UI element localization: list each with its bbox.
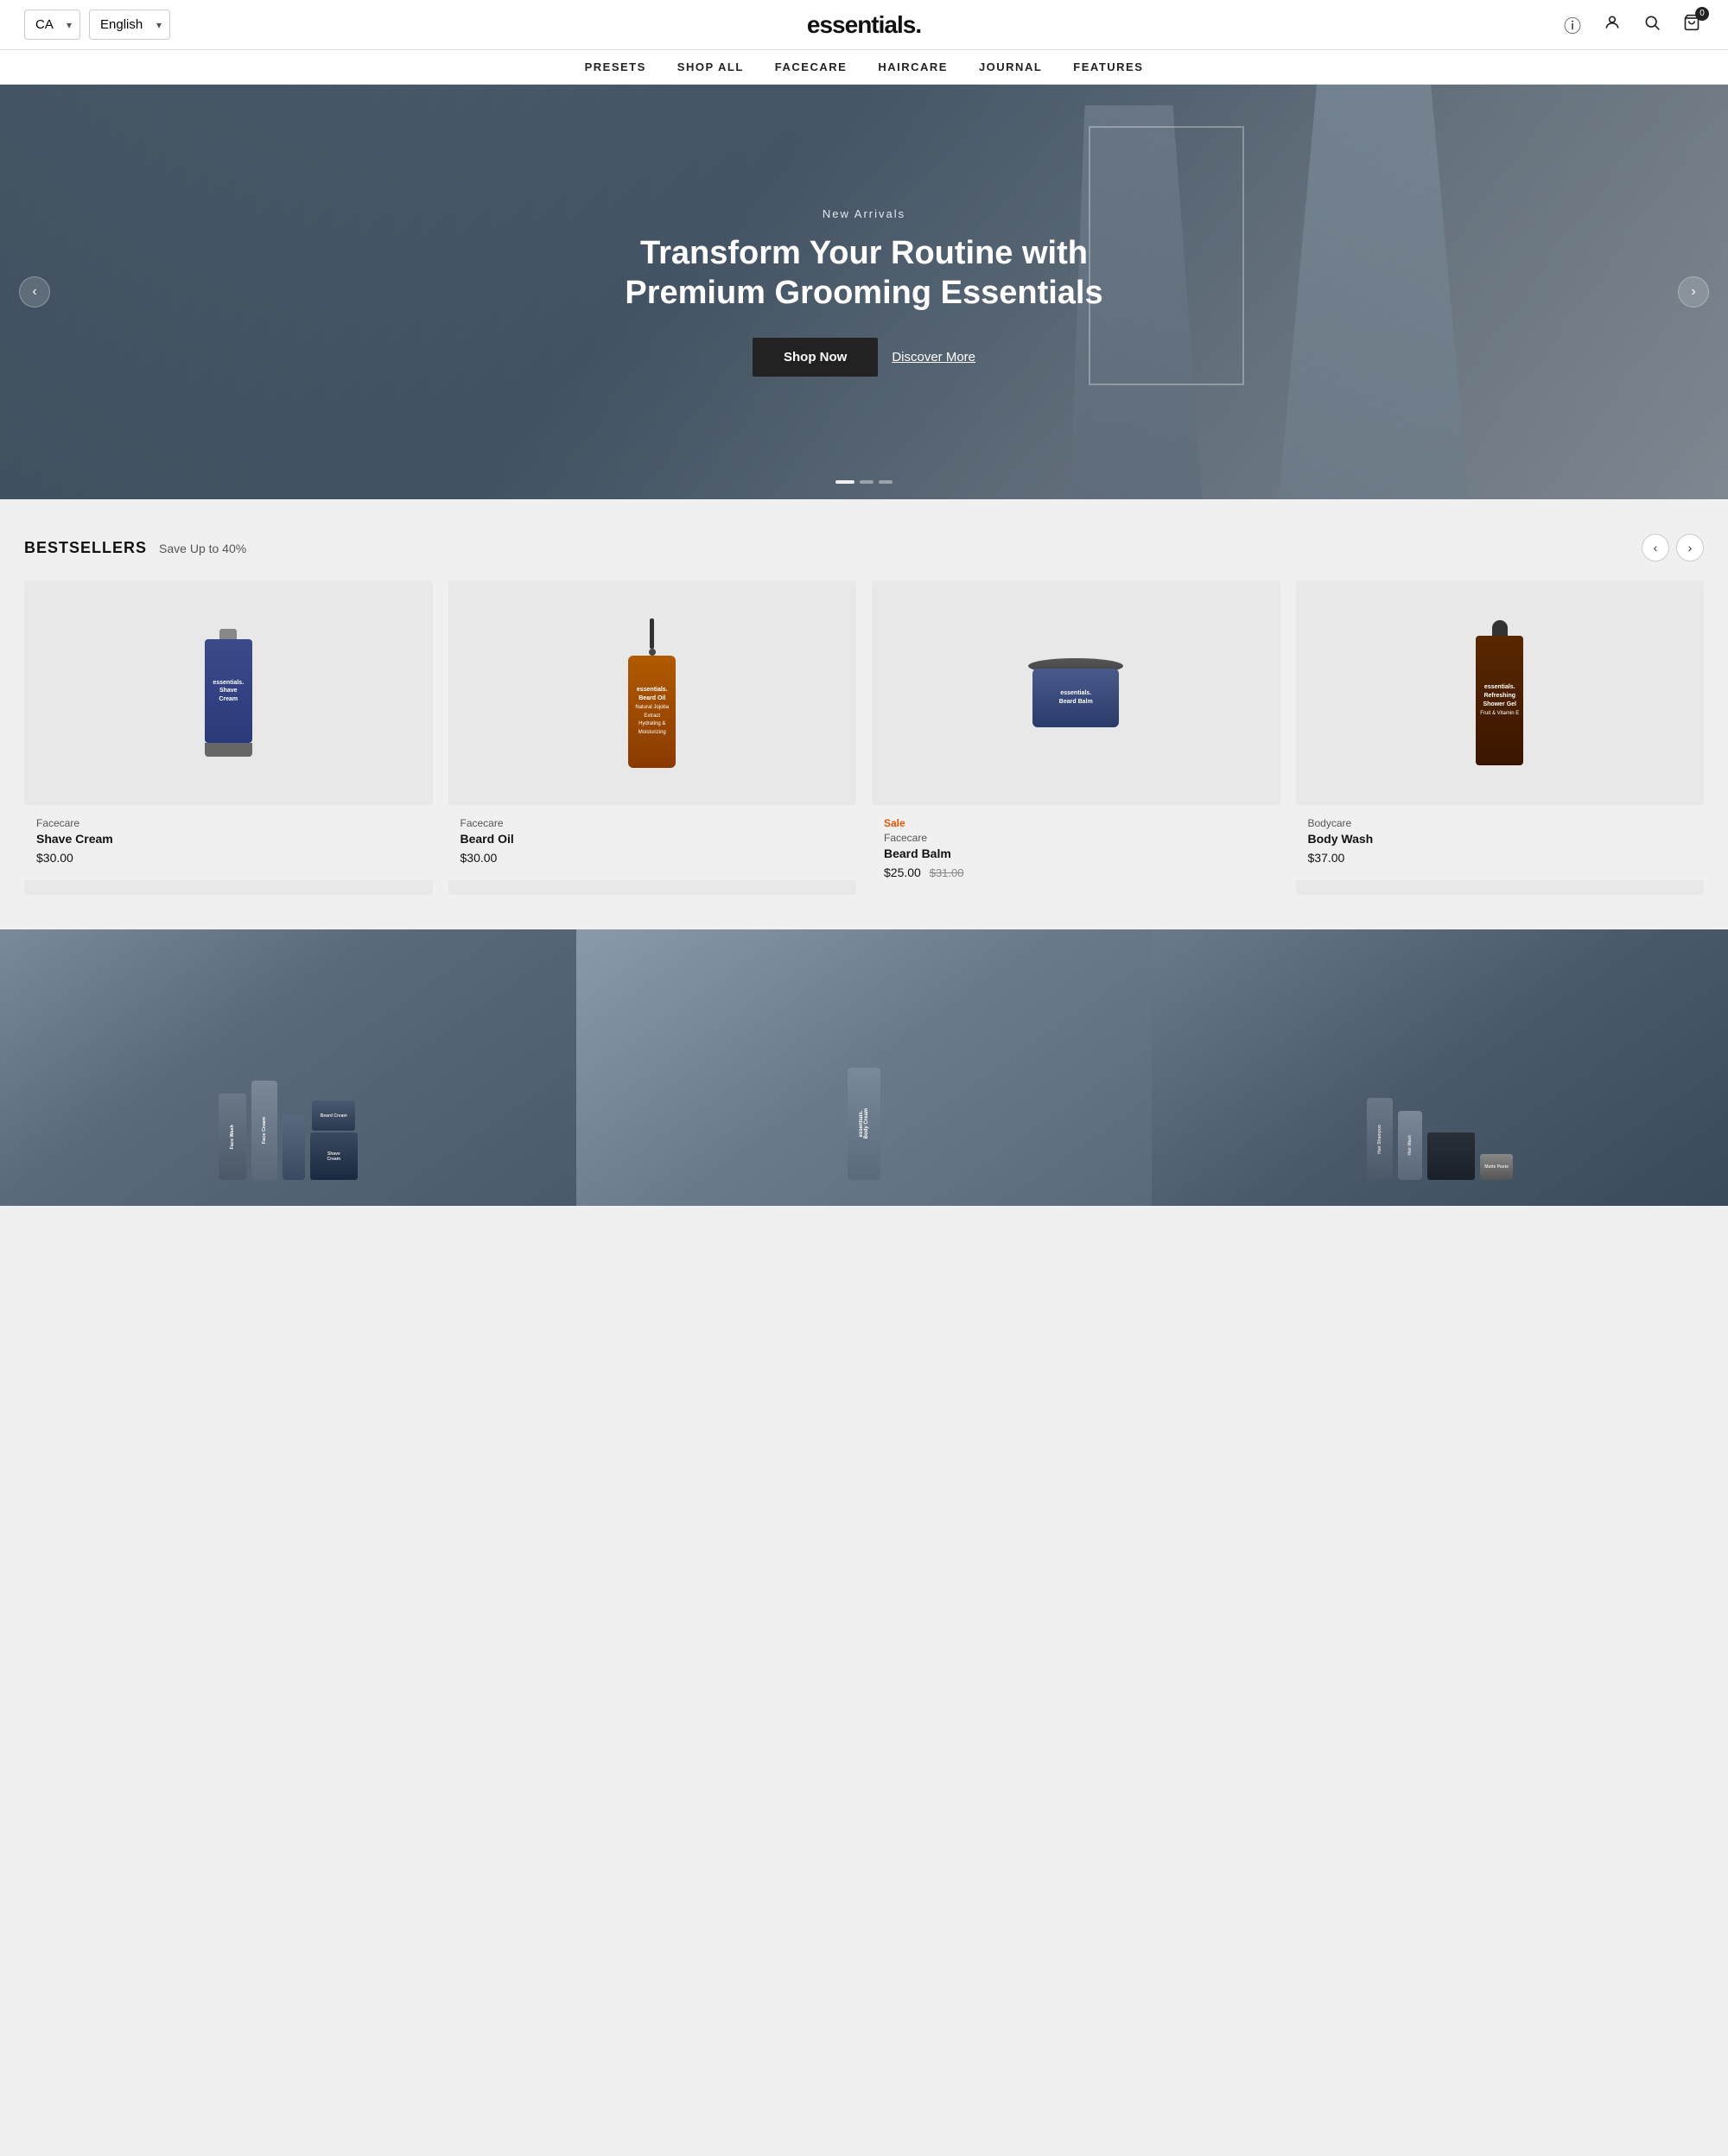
chevron-left-icon: ‹ [1654,541,1658,555]
original-price: $31.00 [930,866,964,879]
product-card-body-wash[interactable]: essentials.RefreshingShower GelFruit & V… [1296,580,1705,895]
nav-haircare[interactable]: HAIRCARE [878,60,948,73]
nav-features[interactable]: FEATURES [1073,60,1143,73]
hero-tag: New Arrivals [613,207,1115,220]
product-info-beard-balm: Sale Facecare Beard Balm $25.00 $31.00 [872,805,1280,895]
product-name: Shave Cream [36,832,421,846]
sale-price: $25.00 [884,866,921,879]
product-price: $37.00 [1308,851,1693,865]
header-icons: ⓘ [1560,9,1704,41]
section-nav: ‹ › [1642,534,1704,561]
product-price: $25.00 $31.00 [884,866,1268,879]
country-select[interactable]: CA US UK [24,10,80,40]
section-title: BESTSELLERS [24,539,147,557]
hero-dot-3[interactable] [879,480,893,484]
country-selector-wrapper: CA US UK [24,10,80,40]
main-nav: PRESETS SHOP ALL FACECARE HAIRCARE JOURN… [0,50,1728,85]
product-price: $30.00 [461,851,845,865]
cart-badge: 0 [1695,7,1709,21]
product-card-beard-oil[interactable]: essentials.Beard OilNatural Jojoba Extra… [448,580,857,895]
discover-more-button[interactable]: Discover More [892,350,975,365]
collection-haircare-products: Hair Shampoo Hair Mask Matte Paste [1152,929,1728,1206]
product-image-beard-oil: essentials.Beard OilNatural Jojoba Extra… [448,580,857,805]
collection-facecare[interactable]: Face Wash Face Cream Beard Cream ShaveCr… [0,929,576,1206]
nav-journal[interactable]: JOURNAL [979,60,1042,73]
hero-next-button[interactable]: › [1678,276,1709,308]
nav-shop-all[interactable]: SHOP ALL [677,60,744,73]
nav-presets[interactable]: PRESETS [585,60,646,73]
collection-bodycare-products: essentials.Body Cream [576,929,1153,1206]
info-button[interactable]: ⓘ [1560,9,1585,41]
product-info-body-wash: Bodycare Body Wash $37.00 [1296,805,1705,880]
product-image-beard-balm: essentials.Beard Balm [872,580,1280,805]
section-header: BESTSELLERS Save Up to 40% ‹ › [24,534,1704,561]
product-category: Facecare [461,817,845,829]
hero-dot-1[interactable] [835,480,854,484]
featured-collections: Face Wash Face Cream Beard Cream ShaveCr… [0,929,1728,1206]
hero-dots [835,480,893,484]
nav-facecare[interactable]: FACECARE [775,60,848,73]
products-next-button[interactable]: › [1676,534,1704,561]
chevron-right-icon: › [1688,541,1693,555]
hero-buttons: Shop Now Discover More [613,338,1115,377]
user-button[interactable] [1600,10,1624,40]
header-top: CA US UK English French essentials. ⓘ [0,0,1728,50]
hero-section: ‹ New Arrivals Transform Your Routine wi… [0,85,1728,499]
collection-facecare-products: Face Wash Face Cream Beard Cream ShaveCr… [0,929,576,1206]
info-icon: ⓘ [1564,17,1581,36]
product-price: $30.00 [36,851,421,865]
search-icon [1643,16,1661,35]
hero-dot-2[interactable] [860,480,874,484]
cart-button[interactable]: 0 [1680,10,1704,40]
collection-haircare[interactable]: Hair Shampoo Hair Mask Matte Paste [1152,929,1728,1206]
collection-bodycare[interactable]: essentials.Body Cream [576,929,1153,1206]
product-name: Beard Balm [884,847,1268,860]
section-subtitle: Save Up to 40% [159,542,246,555]
product-image-body-wash: essentials.RefreshingShower GelFruit & V… [1296,580,1705,805]
section-title-group: BESTSELLERS Save Up to 40% [24,539,246,557]
product-category: Bodycare [1308,817,1693,829]
hero-content: New Arrivals Transform Your Routine with… [613,207,1115,376]
product-image-shave-cream: essentials.ShaveCream [24,580,433,805]
site-logo[interactable]: essentials. [807,11,921,39]
user-icon [1604,16,1621,35]
sale-badge: Sale [884,817,1268,829]
product-category: Facecare [884,832,1268,844]
product-card-beard-balm[interactable]: essentials.Beard Balm Sale Facecare Bear… [872,580,1280,895]
product-name: Beard Oil [461,832,845,846]
search-button[interactable] [1640,10,1664,40]
header-selectors: CA US UK English French [24,10,170,40]
products-prev-button[interactable]: ‹ [1642,534,1669,561]
shop-now-button[interactable]: Shop Now [753,338,878,377]
chevron-right-icon: › [1691,284,1695,300]
product-category: Facecare [36,817,421,829]
bestsellers-section: BESTSELLERS Save Up to 40% ‹ › essential… [0,499,1728,926]
language-selector-wrapper: English French [89,10,170,40]
hero-prev-button[interactable]: ‹ [19,276,50,308]
language-select[interactable]: English French [89,10,170,40]
product-card-shave-cream[interactable]: essentials.ShaveCream Facecare Shave Cre… [24,580,433,895]
product-info-beard-oil: Facecare Beard Oil $30.00 [448,805,857,880]
footer-spacer [0,1206,1728,1223]
hero-title: Transform Your Routine with Premium Groo… [613,234,1115,313]
product-info-shave-cream: Facecare Shave Cream $30.00 [24,805,433,880]
products-grid: essentials.ShaveCream Facecare Shave Cre… [24,580,1704,895]
chevron-left-icon: ‹ [32,284,36,300]
product-name: Body Wash [1308,832,1693,846]
